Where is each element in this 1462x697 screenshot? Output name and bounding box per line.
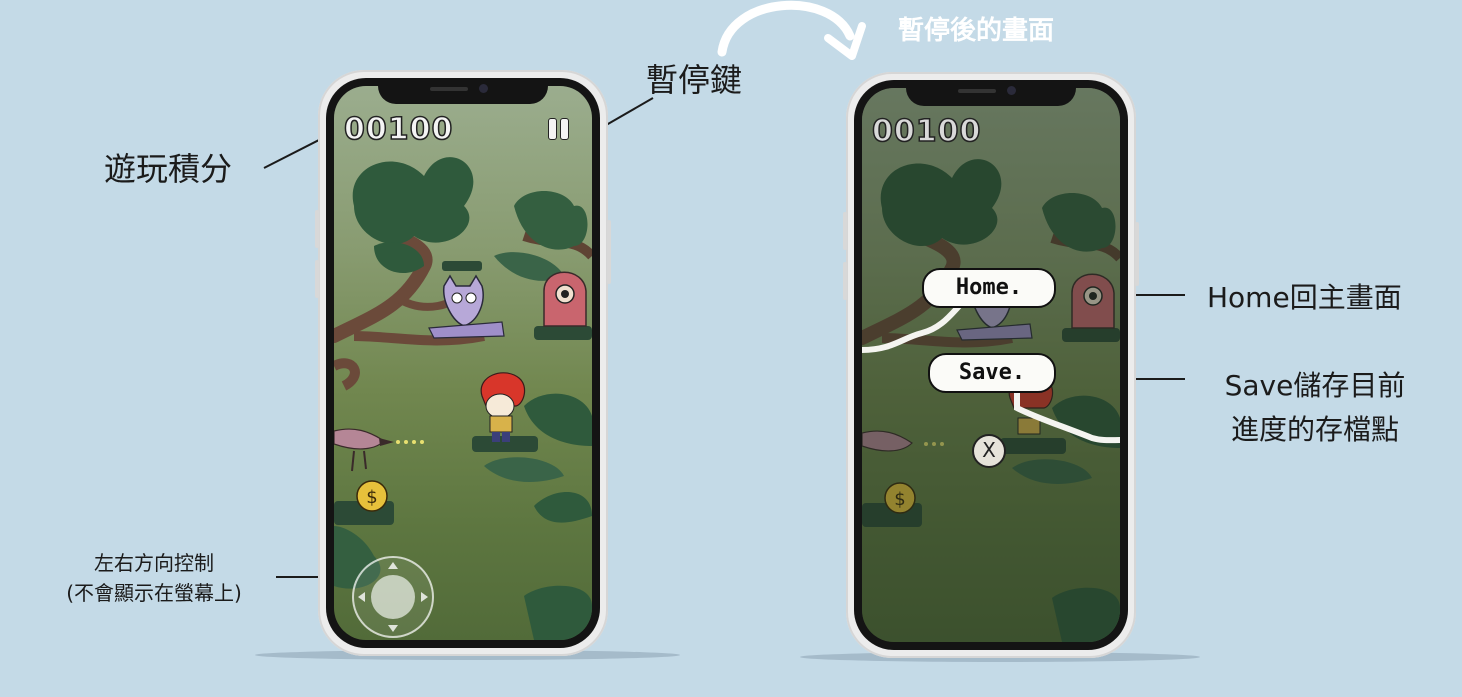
svg-text:$: $ <box>366 487 377 508</box>
save-annotation: Save儲存目前 進度的存檔點 <box>1200 364 1430 452</box>
save-annotation-line2: 進度的存檔點 <box>1230 413 1399 446</box>
direction-annotation-line2: (不會顯示在螢幕上) <box>66 581 242 605</box>
save-button[interactable]: Save. <box>928 353 1056 393</box>
dpad-down-arrow[interactable] <box>388 625 398 632</box>
side-button <box>1135 222 1139 286</box>
side-button <box>843 212 847 250</box>
left-phone: $ 00100 <box>315 70 611 656</box>
dpad-right-arrow[interactable] <box>421 592 428 602</box>
phone-bezel: $ 00100 Home. Save. X <box>854 80 1128 650</box>
dpad-left-arrow[interactable] <box>358 592 365 602</box>
score-display: 00100 <box>871 113 982 150</box>
phone-notch <box>906 80 1076 106</box>
dpad-up-arrow[interactable] <box>388 562 398 569</box>
side-button <box>315 260 319 298</box>
dpad-icon[interactable] <box>352 556 434 638</box>
phone-notch <box>378 78 548 104</box>
coin-icon: $ <box>356 480 388 512</box>
score-annotation: 遊玩積分 <box>104 150 233 188</box>
pause-key-annotation: 暫停鍵 <box>646 61 743 99</box>
game-screen: $ 00100 <box>334 86 592 640</box>
side-button <box>607 220 611 284</box>
side-button <box>315 210 319 248</box>
dpad-knob[interactable] <box>371 575 415 619</box>
after-pause-label: 暫停後的畫面 <box>898 16 1055 46</box>
direction-annotation-line1: 左右方向控制 <box>94 551 214 575</box>
home-pointer-line <box>1133 294 1185 296</box>
paused-game-screen: $ 00100 Home. Save. X <box>862 88 1120 642</box>
bird-enemy <box>334 428 424 472</box>
side-button <box>843 262 847 300</box>
hero-character <box>480 372 526 442</box>
pause-icon[interactable] <box>548 118 572 140</box>
close-icon[interactable]: X <box>972 434 1006 468</box>
pink-enemy <box>543 271 587 327</box>
direction-annotation: 左右方向控制 (不會顯示在螢幕上) <box>44 548 264 608</box>
home-button[interactable]: Home. <box>922 268 1056 308</box>
save-annotation-line1: Save儲存目前 <box>1224 369 1406 402</box>
home-annotation: Home回主畫面 <box>1207 281 1402 314</box>
phone-bezel: $ 00100 <box>326 78 600 648</box>
score-display: 00100 <box>343 111 454 148</box>
game-scene: $ <box>334 157 592 640</box>
pause-pointer-line <box>600 97 654 129</box>
save-pointer-line <box>1133 378 1185 380</box>
right-phone: $ 00100 Home. Save. X <box>843 72 1139 658</box>
